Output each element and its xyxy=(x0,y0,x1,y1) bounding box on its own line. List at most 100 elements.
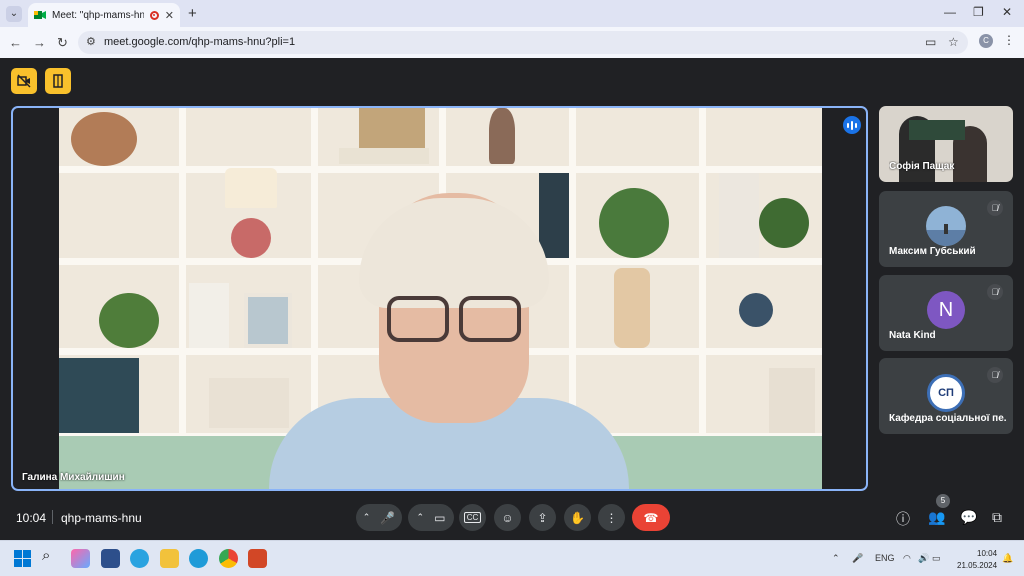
participant-name: Софія Пащак xyxy=(889,161,955,172)
back-icon[interactable]: ← xyxy=(9,35,22,50)
more-vert-icon: ⋮ xyxy=(605,510,618,525)
tray-mic-icon[interactable]: 🎤 xyxy=(852,553,863,564)
decor-vase xyxy=(71,112,137,166)
taskbar-time: 10:04 xyxy=(977,549,998,558)
wifi-icon[interactable]: ◠ xyxy=(903,553,911,564)
chat-icon[interactable]: 💬 xyxy=(960,509,977,526)
browser-menu-icon[interactable]: ⋮ xyxy=(1003,33,1015,47)
participant-name: Кафедра соціальної пе... xyxy=(889,413,1007,424)
books xyxy=(539,173,569,258)
lamp-shade xyxy=(225,168,277,208)
close-tab-icon[interactable]: ✕ xyxy=(165,9,174,22)
participant-avatar xyxy=(926,206,966,246)
decor-ball xyxy=(739,293,773,327)
shelf-divider xyxy=(699,108,706,438)
department-logo: СП xyxy=(927,374,965,412)
raise-hand-button[interactable]: ✋ xyxy=(564,504,591,531)
microphone-icon[interactable]: 🎤 xyxy=(380,511,395,525)
address-bar-row: ← → ↻ ⚙ meet.google.com/qhp-mams-hnu?pli… xyxy=(0,27,1024,58)
powerpoint-icon[interactable] xyxy=(248,549,267,568)
minimize-icon[interactable]: — xyxy=(944,5,956,19)
omnibox[interactable]: ⚙ meet.google.com/qhp-mams-hnu?pli=1 ▭ ☆ xyxy=(78,31,968,54)
people-icon[interactable]: 👥 xyxy=(928,509,945,526)
new-tab-button[interactable]: + xyxy=(188,5,197,22)
leave-call-button[interactable]: ☎ xyxy=(632,504,670,531)
notification-bell-icon[interactable]: 🔔 xyxy=(1002,553,1013,564)
meeting-clock: 10:04 xyxy=(16,511,47,525)
door-icon xyxy=(53,74,63,88)
participant-tile[interactable]: 🎙̸ N Nata Kind xyxy=(879,275,1013,351)
store-icon[interactable] xyxy=(101,549,120,568)
plant xyxy=(759,198,809,248)
participant-tile[interactable]: 🎙̸ Максим Губський xyxy=(879,191,1013,267)
google-meet-icon xyxy=(34,11,46,19)
taskbar-date: 21.05.2024 xyxy=(957,561,998,570)
close-window-icon[interactable]: ✕ xyxy=(1002,5,1012,19)
profile-avatar[interactable]: C xyxy=(979,34,993,48)
reactions-button[interactable]: ☺ xyxy=(494,504,521,531)
chalkboard xyxy=(909,120,965,140)
companion-mode-button[interactable] xyxy=(45,68,71,94)
participant-avatar: N xyxy=(927,291,965,329)
recording-icon xyxy=(149,10,159,20)
participant-name: Nata Kind xyxy=(889,330,936,341)
telegram-icon[interactable] xyxy=(130,549,149,568)
reload-icon[interactable]: ↻ xyxy=(57,35,68,51)
present-screen-button[interactable]: ⇪ xyxy=(529,504,556,531)
mic-off-icon: 🎙̸ xyxy=(987,367,1003,383)
restore-icon[interactable]: ❐ xyxy=(973,5,984,19)
copilot-icon[interactable] xyxy=(71,549,90,568)
participant-tile[interactable]: 🎙̸ СП Кафедра соціальної пе... xyxy=(879,358,1013,434)
site-info-icon[interactable]: ⚙ xyxy=(86,35,96,48)
url-text: meet.google.com/qhp-mams-hnu?pli=1 xyxy=(104,36,296,48)
video-off-icon xyxy=(17,74,31,88)
search-icon[interactable]: ⌕ xyxy=(42,547,61,566)
edge-icon[interactable] xyxy=(189,549,208,568)
browser-tab[interactable]: Meet: "qhp-mams-hnu" ✕ xyxy=(28,3,180,27)
mic-off-icon: 🎙̸ xyxy=(987,284,1003,300)
speaking-indicator-icon xyxy=(843,116,861,134)
forward-icon[interactable]: → xyxy=(33,35,46,50)
decor-sculpture xyxy=(209,378,289,428)
books xyxy=(189,283,229,348)
tray-chevron-icon[interactable]: ⌃ xyxy=(832,553,840,564)
main-speaker-name: Галина Михайлишин xyxy=(22,472,125,483)
glasses xyxy=(387,296,449,342)
more-options-button[interactable]: ⋮ xyxy=(598,504,625,531)
microphone-control[interactable]: ⌃ 🎤 xyxy=(356,504,402,531)
camera-icon[interactable]: ▭ xyxy=(434,511,445,525)
chevron-up-icon[interactable]: ⌃ xyxy=(363,512,371,523)
activities-icon[interactable]: ⧉ xyxy=(992,509,1002,526)
speaker-video xyxy=(59,108,822,489)
windows-start-icon[interactable] xyxy=(13,549,32,568)
battery-icon[interactable]: ▭ xyxy=(932,553,941,564)
taskbar-clock[interactable]: 10:04 21.05.2024 xyxy=(957,548,997,572)
camera-control[interactable]: ⌃ ▭ xyxy=(408,504,454,531)
main-video-tile[interactable]: Галина Михайлишин xyxy=(11,106,868,491)
vase xyxy=(489,108,515,164)
people-count-badge: 5 xyxy=(936,494,950,508)
windows-taskbar: ⌕ ⌃ 🎤 ENG ◠ 🔊 ▭ 10:04 21.05.2024 🔔 xyxy=(0,540,1024,576)
plant xyxy=(599,188,669,258)
tab-search-button[interactable]: ⌄ xyxy=(6,6,22,22)
hand-icon: ✋ xyxy=(570,510,585,525)
meeting-info-icon[interactable]: ⓘ xyxy=(896,509,910,529)
books xyxy=(339,148,429,164)
logo-text: СП xyxy=(938,387,954,399)
participant-tile[interactable]: Софія Пащак xyxy=(879,106,1013,182)
chrome-icon[interactable] xyxy=(219,549,238,568)
captions-button[interactable]: CC xyxy=(459,504,486,531)
bookmark-star-icon[interactable]: ☆ xyxy=(948,35,959,49)
present-icon: ⇪ xyxy=(537,510,548,525)
chevron-up-icon[interactable]: ⌃ xyxy=(417,512,425,523)
books xyxy=(769,368,815,433)
camera-in-use-icon[interactable]: ▭ xyxy=(925,35,936,49)
camera-off-indicator-button[interactable] xyxy=(11,68,37,94)
participant-name: Максим Губський xyxy=(889,246,976,257)
volume-icon[interactable]: 🔊 xyxy=(918,553,929,564)
language-indicator[interactable]: ENG xyxy=(875,553,895,563)
mic-off-icon: 🎙̸ xyxy=(987,200,1003,216)
file-explorer-icon[interactable] xyxy=(160,549,179,568)
meeting-code: qhp-mams-hnu xyxy=(61,511,142,525)
emoji-icon: ☺ xyxy=(501,510,514,525)
